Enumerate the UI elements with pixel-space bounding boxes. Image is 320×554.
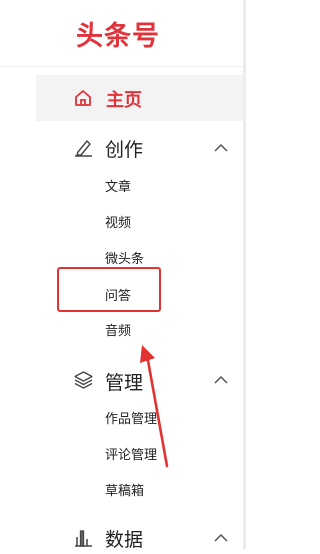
annotation-arrow — [140, 345, 169, 468]
